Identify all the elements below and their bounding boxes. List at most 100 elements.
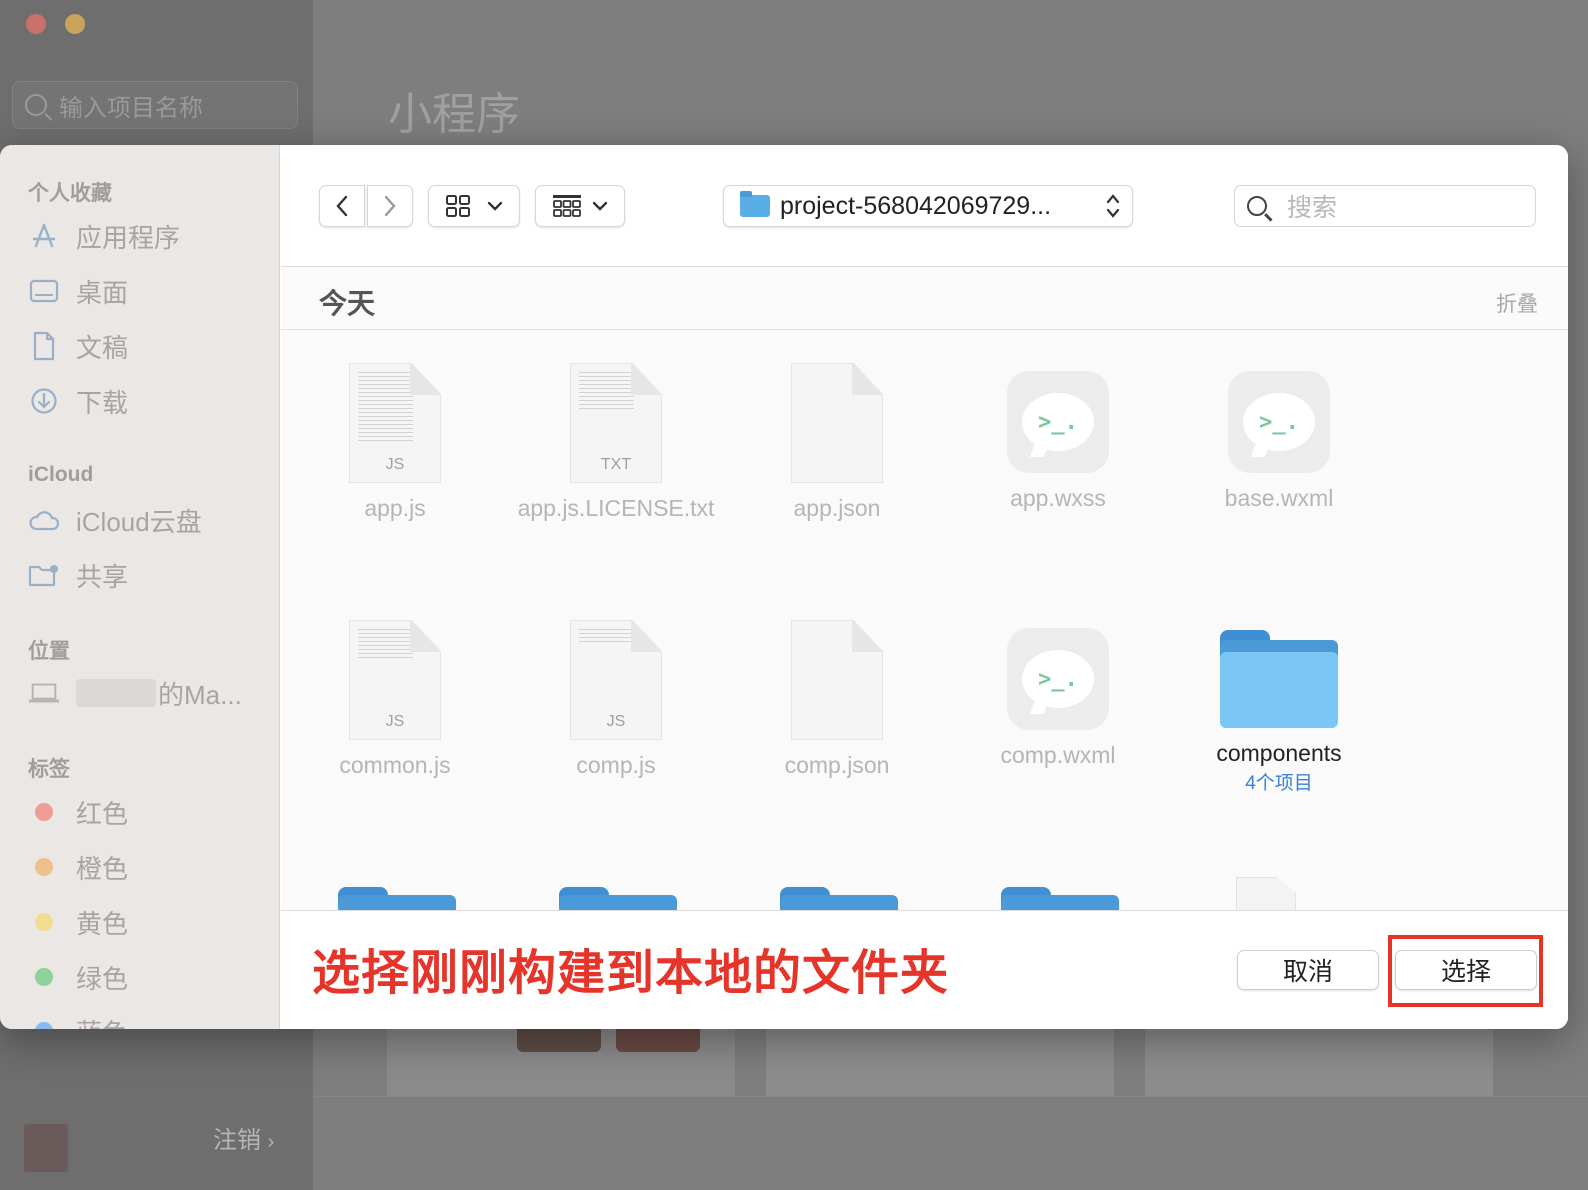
annotation-highlight-box xyxy=(1388,935,1543,1007)
sidebar-tag-blue[interactable]: 蓝色 xyxy=(28,1013,128,1029)
file-chooser-dialog: 个人收藏 应用程序 桌面 文稿 下载 iCloud iCloud云盘 共享 位置… xyxy=(0,145,1568,1029)
background-search-placeholder: 输入项目名称 xyxy=(59,94,203,122)
file-item[interactable]: comp.json xyxy=(727,620,947,780)
avatar xyxy=(24,1124,68,1172)
background-project-card[interactable] xyxy=(766,1028,1114,1096)
grid-view-icon xyxy=(446,195,470,217)
gallery-group-icon xyxy=(553,195,581,217)
document-icon xyxy=(28,330,60,362)
group-view-button[interactable] xyxy=(535,185,625,227)
locations-section-title: 位置 xyxy=(28,640,70,663)
sidebar-item-label: 应用程序 xyxy=(76,222,181,253)
shared-folder-icon xyxy=(28,559,60,591)
tag-color-dot xyxy=(35,968,53,986)
file-name: app.wxss xyxy=(1010,485,1106,511)
sidebar-item-applications[interactable]: 应用程序 xyxy=(28,218,180,254)
sidebar-item-documents[interactable]: 文稿 xyxy=(28,328,128,364)
file-item[interactable]: >_. comp.wxml xyxy=(948,620,1168,770)
sidebar-tag-orange[interactable]: 橙色 xyxy=(28,849,128,885)
sidebar-tag-green[interactable]: 绿色 xyxy=(28,959,128,995)
desktop-icon xyxy=(28,275,60,307)
background-project-card[interactable] xyxy=(387,1028,735,1096)
file-item[interactable]: JS app.js xyxy=(285,363,505,523)
applications-icon xyxy=(28,220,60,252)
sidebar-item-label: iCloud云盘 xyxy=(76,506,202,537)
forward-button[interactable] xyxy=(367,185,413,227)
file-item[interactable]: JS common.js xyxy=(285,620,505,780)
txt-file-icon: TXT xyxy=(570,363,662,483)
search-input[interactable]: 搜索 xyxy=(1234,185,1536,227)
logout-link[interactable]: 注销 › xyxy=(213,1120,274,1155)
sidebar-item-label: 黄色 xyxy=(76,908,129,939)
dialog-sidebar: 个人收藏 应用程序 桌面 文稿 下载 iCloud iCloud云盘 共享 位置… xyxy=(0,145,280,1029)
path-popup-button[interactable]: project-568042069729... xyxy=(723,185,1133,227)
file-item[interactable]: app.json xyxy=(727,363,947,523)
wechat-devtools-file-icon: >_. xyxy=(1007,371,1109,473)
sidebar-tag-yellow[interactable]: 黄色 xyxy=(28,904,128,940)
sidebar-item-label: 共享 xyxy=(76,561,129,592)
sidebar-item-computer[interactable]: 的Ma... xyxy=(28,675,242,711)
logout-label: 注销 xyxy=(213,1127,261,1154)
tags-section-title: 标签 xyxy=(28,758,70,781)
sidebar-item-label: 橙色 xyxy=(76,853,129,884)
sidebar-item-icloud-drive[interactable]: iCloud云盘 xyxy=(28,502,202,538)
file-item[interactable]: >_. base.wxml xyxy=(1169,363,1389,513)
chevron-left-icon xyxy=(336,195,348,217)
file-item[interactable]: TXT app.js.LICENSE.txt xyxy=(506,363,726,523)
folder-item-count: 4个项目 xyxy=(1245,773,1313,794)
cloud-icon xyxy=(28,504,60,536)
file-name: comp.wxml xyxy=(1000,742,1116,768)
close-window-button[interactable] xyxy=(26,14,46,34)
tag-color-dot xyxy=(35,1022,53,1029)
laptop-icon xyxy=(28,677,60,709)
search-icon xyxy=(25,94,47,116)
dialog-toolbar: project-568042069729... 搜索 xyxy=(281,145,1568,267)
folder-item-components[interactable]: components 4个项目 xyxy=(1169,620,1389,795)
file-name: base.wxml xyxy=(1224,485,1334,511)
search-icon xyxy=(1247,196,1267,216)
favorites-section-title: 个人收藏 xyxy=(28,182,112,205)
card-thumbnail xyxy=(616,1028,700,1052)
file-name: comp.js xyxy=(576,752,656,778)
folder-icon xyxy=(1220,630,1338,728)
card-thumbnail xyxy=(517,1028,601,1052)
json-file-icon xyxy=(791,363,883,483)
sidebar-item-label: 蓝色 xyxy=(76,1013,128,1030)
json-file-icon xyxy=(791,620,883,740)
background-page-title: 小程序 xyxy=(388,90,520,139)
minimize-window-button[interactable] xyxy=(65,14,85,34)
file-item[interactable]: JS comp.js xyxy=(506,620,726,780)
background-search-input[interactable]: 输入项目名称 xyxy=(12,81,298,129)
path-label: project-568042069729... xyxy=(780,191,1052,220)
back-button[interactable] xyxy=(319,185,365,227)
wechat-devtools-file-icon: >_. xyxy=(1007,628,1109,730)
chevron-down-icon xyxy=(487,201,503,211)
background-divider xyxy=(313,1096,1588,1097)
sidebar-item-label: 红色 xyxy=(76,798,129,829)
group-title: 今天 xyxy=(319,288,376,319)
dialog-main: project-568042069729... 搜索 今天 折叠 JS app.… xyxy=(281,145,1568,1029)
group-header: 今天 折叠 xyxy=(281,268,1568,330)
folder-icon xyxy=(740,191,770,217)
background-project-card[interactable] xyxy=(1145,1028,1493,1096)
search-placeholder: 搜索 xyxy=(1287,194,1338,222)
file-item[interactable]: >_. app.wxss xyxy=(948,363,1168,513)
sidebar-item-downloads[interactable]: 下载 xyxy=(28,383,128,419)
cancel-button[interactable]: 取消 xyxy=(1237,950,1379,990)
file-name: comp.json xyxy=(784,752,890,778)
js-file-icon: JS xyxy=(349,620,441,740)
file-icon[interactable] xyxy=(1236,877,1296,913)
file-name: app.js xyxy=(364,495,426,521)
up-down-chevron-icon xyxy=(1106,193,1120,219)
redacted-computer-name xyxy=(76,679,156,707)
sidebar-item-label: 下载 xyxy=(76,387,129,418)
sidebar-item-desktop[interactable]: 桌面 xyxy=(28,273,128,309)
sidebar-item-shared[interactable]: 共享 xyxy=(28,557,128,593)
chevron-right-icon xyxy=(384,195,396,217)
wechat-devtools-file-icon: >_. xyxy=(1228,371,1330,473)
icon-view-button[interactable] xyxy=(428,185,520,227)
tag-color-dot xyxy=(35,803,53,821)
sidebar-tag-red[interactable]: 红色 xyxy=(28,794,128,830)
collapse-button[interactable]: 折叠 xyxy=(1496,288,1538,318)
tag-color-dot xyxy=(35,913,53,931)
